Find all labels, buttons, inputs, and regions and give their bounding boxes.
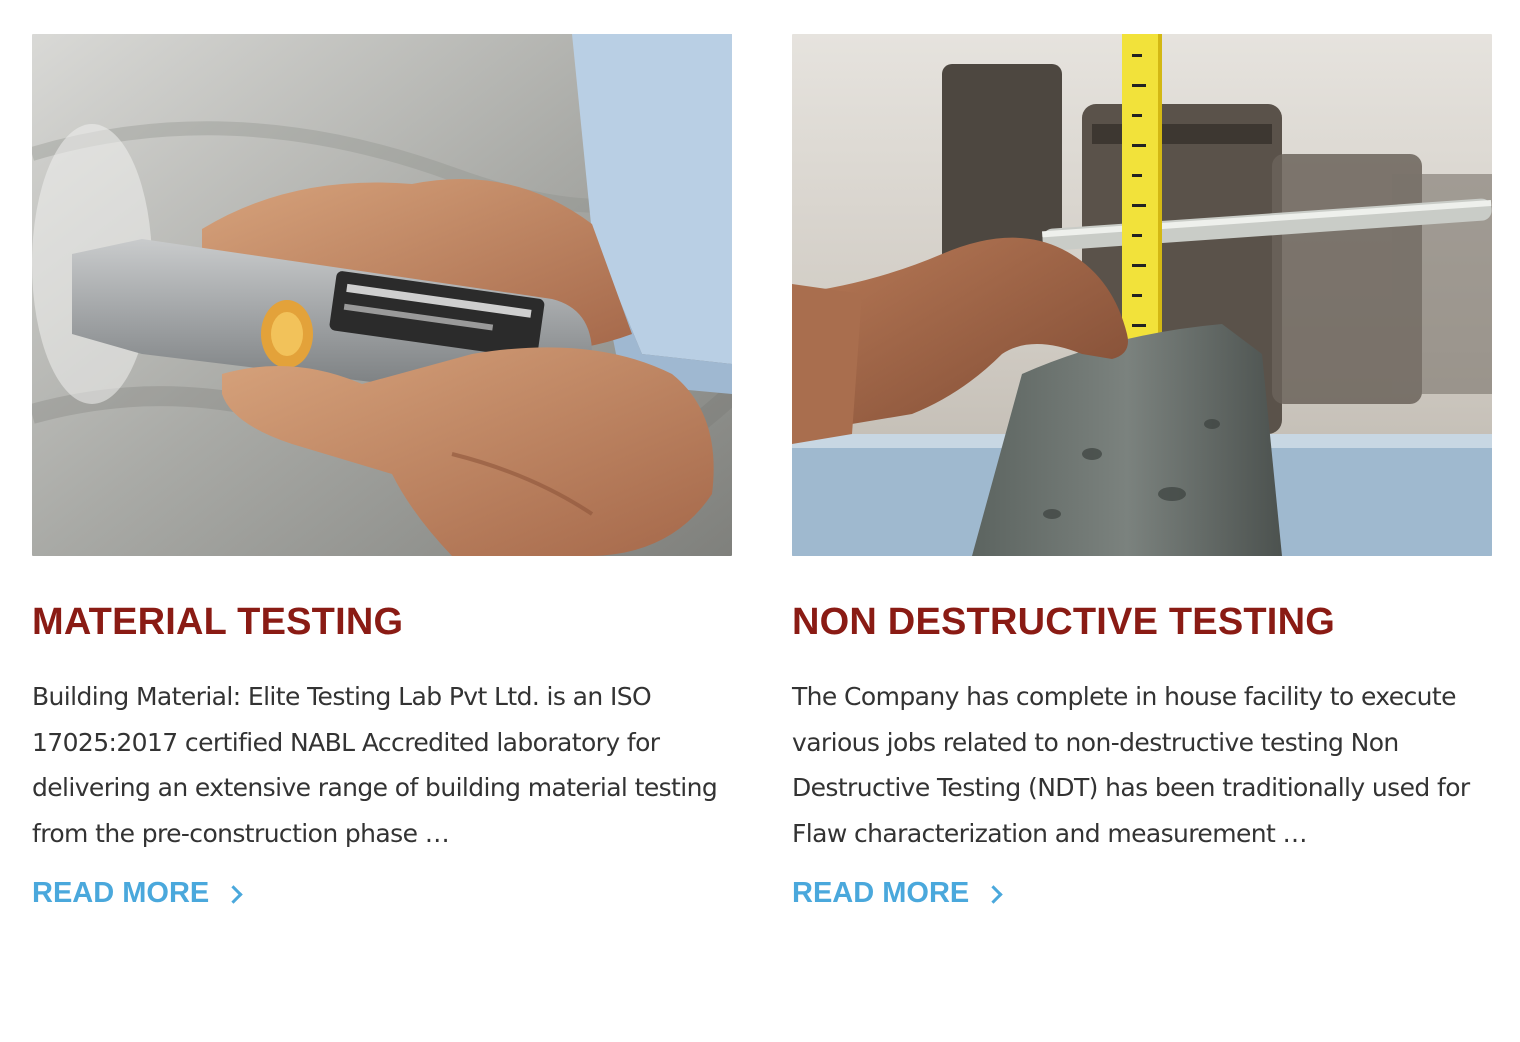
material-testing-image[interactable] (32, 34, 732, 556)
read-more-link[interactable]: READ MORE (32, 873, 732, 913)
service-description: The Company has complete in house facili… (792, 682, 1470, 848)
chevron-right-icon (984, 884, 1003, 904)
service-title[interactable]: NON DESTRUCTIVE TESTING (792, 600, 1492, 644)
service-title[interactable]: MATERIAL TESTING (32, 600, 732, 644)
non-destructive-testing-image[interactable] (792, 34, 1492, 556)
read-more-label: READ MORE (32, 877, 210, 909)
service-description: Building Material: Elite Testing Lab Pvt… (32, 682, 718, 848)
services-grid: MATERIAL TESTING Building Material: Elit… (32, 34, 1492, 913)
read-more-link[interactable]: READ MORE (792, 873, 1492, 913)
read-more-label: READ MORE (792, 877, 970, 909)
service-card-non-destructive-testing: NON DESTRUCTIVE TESTING The Company has … (792, 34, 1492, 913)
service-card-material-testing: MATERIAL TESTING Building Material: Elit… (32, 34, 732, 913)
chevron-right-icon (224, 884, 243, 904)
